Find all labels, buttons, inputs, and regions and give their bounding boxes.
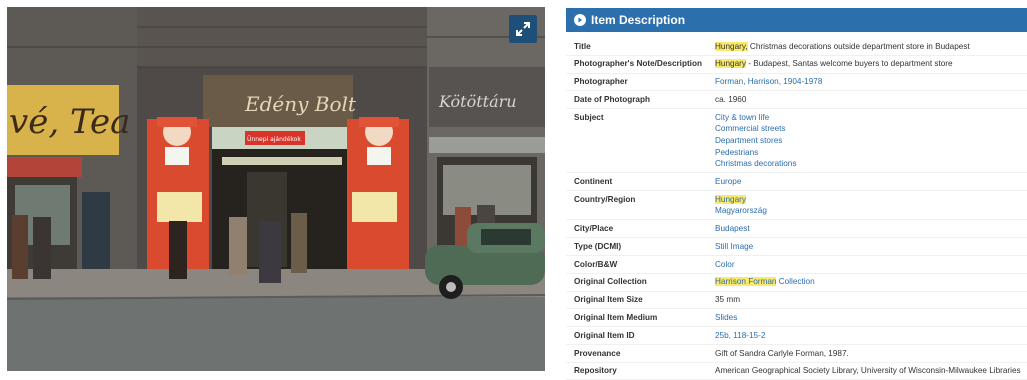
- search-highlight: Hungary: [715, 59, 746, 69]
- subject-link[interactable]: Christmas decorations: [715, 158, 1027, 170]
- country-link-native[interactable]: Magyarország: [715, 205, 1027, 217]
- store-sign: Edény Bolt: [244, 92, 357, 116]
- field-label: Photographer: [574, 77, 628, 87]
- expand-button[interactable]: [509, 15, 537, 43]
- field-size: Original Item Size 35 mm: [566, 292, 1027, 310]
- field-label: Original Item ID: [574, 330, 635, 340]
- street-photo: vé, Tea Edény Bolt Ünnepi ajándékok Kötö…: [7, 7, 545, 371]
- photographer-link[interactable]: Forman, Harrison, 1904-1978: [715, 76, 1027, 88]
- field-collection: Original Collection Harrison Forman Coll…: [566, 274, 1027, 292]
- photo-viewer[interactable]: vé, Tea Edény Bolt Ünnepi ajándékok Kötö…: [7, 7, 545, 371]
- field-label: City/Place: [574, 224, 614, 234]
- subject-link[interactable]: City & town life: [715, 112, 1027, 124]
- field-note: Photographer's Note/Description Hungary …: [566, 56, 1027, 74]
- field-label: Date of Photograph: [574, 94, 650, 104]
- right-sign: Kötöttáru: [438, 92, 517, 111]
- search-highlight: Harrison Forman: [715, 277, 777, 287]
- cafe-sign: vé, Tea: [9, 102, 130, 142]
- santa-right: [347, 117, 409, 274]
- country-link[interactable]: Hungary: [715, 194, 1027, 206]
- item-description-panel: Item Description Title Hungary, Christma…: [566, 8, 1027, 380]
- city-link[interactable]: Budapest: [715, 223, 1027, 235]
- search-highlight: Hungary: [715, 194, 746, 204]
- field-label: Continent: [574, 176, 613, 186]
- field-title: Title Hungary, Christmas decorations out…: [566, 38, 1027, 56]
- field-item-id: Original Item ID 25b, 118-15-2: [566, 327, 1027, 345]
- field-date: Date of Photograph ca. 1960: [566, 91, 1027, 110]
- size-value: 35 mm: [715, 295, 741, 305]
- provenance-value: Gift of Sandra Carlyle Forman, 1987.: [715, 348, 849, 358]
- field-color: Color/B&W Color: [566, 256, 1027, 274]
- field-provenance: Provenance Gift of Sandra Carlyle Forman…: [566, 345, 1027, 363]
- field-label: Photographer's Note/Description: [574, 59, 702, 69]
- subject-link[interactable]: Commercial streets: [715, 123, 1027, 135]
- panel-title: Item Description: [591, 13, 686, 27]
- field-label: Original Collection: [574, 277, 647, 287]
- item-description-header[interactable]: Item Description: [566, 8, 1027, 32]
- subject-link[interactable]: Pedestrians: [715, 147, 1027, 159]
- collection-link[interactable]: Harrison Forman Collection: [715, 276, 1027, 288]
- subject-link[interactable]: Department stores: [715, 135, 1027, 147]
- banner-text: Ünnepi ajándékok: [247, 136, 301, 143]
- field-label: Type (DCMI): [574, 241, 622, 251]
- field-label: Country/Region: [574, 194, 636, 204]
- medium-link[interactable]: Slides: [715, 312, 1027, 324]
- field-photographer: Photographer Forman, Harrison, 1904-1978: [566, 74, 1027, 92]
- continent-link[interactable]: Europe: [715, 176, 1027, 188]
- expand-arrows-icon: [516, 22, 530, 36]
- field-label: Original Item Size: [574, 295, 643, 305]
- field-continent: Continent Europe: [566, 173, 1027, 192]
- field-city: City/Place Budapest: [566, 220, 1027, 239]
- field-label: Repository: [574, 366, 617, 376]
- info-circle-icon: [574, 14, 586, 26]
- field-type: Type (DCMI) Still Image: [566, 238, 1027, 256]
- field-label: Title: [574, 41, 591, 51]
- field-label: Original Item Medium: [574, 312, 658, 322]
- item-id-link[interactable]: 25b, 118-15-2: [715, 330, 1027, 342]
- date-value: ca. 1960: [715, 94, 747, 104]
- title-value: Christmas decorations outside department…: [747, 41, 970, 51]
- color-link[interactable]: Color: [715, 259, 1027, 271]
- field-label: Color/B&W: [574, 259, 618, 269]
- search-highlight: Hungary,: [715, 41, 748, 51]
- type-link[interactable]: Still Image: [715, 241, 1027, 253]
- field-label: Subject: [574, 112, 604, 122]
- note-value: - Budapest, Santas welcome buyers to dep…: [745, 59, 953, 69]
- field-list: Title Hungary, Christmas decorations out…: [566, 38, 1027, 380]
- field-subject: Subject City & town life Commercial stre…: [566, 109, 1027, 174]
- field-medium: Original Item Medium Slides: [566, 309, 1027, 328]
- repository-value: American Geographical Society Library, U…: [715, 366, 1021, 376]
- field-repository: Repository American Geographical Society…: [566, 363, 1027, 380]
- field-country: Country/Region Hungary Magyarország: [566, 191, 1027, 221]
- field-label: Provenance: [574, 348, 621, 358]
